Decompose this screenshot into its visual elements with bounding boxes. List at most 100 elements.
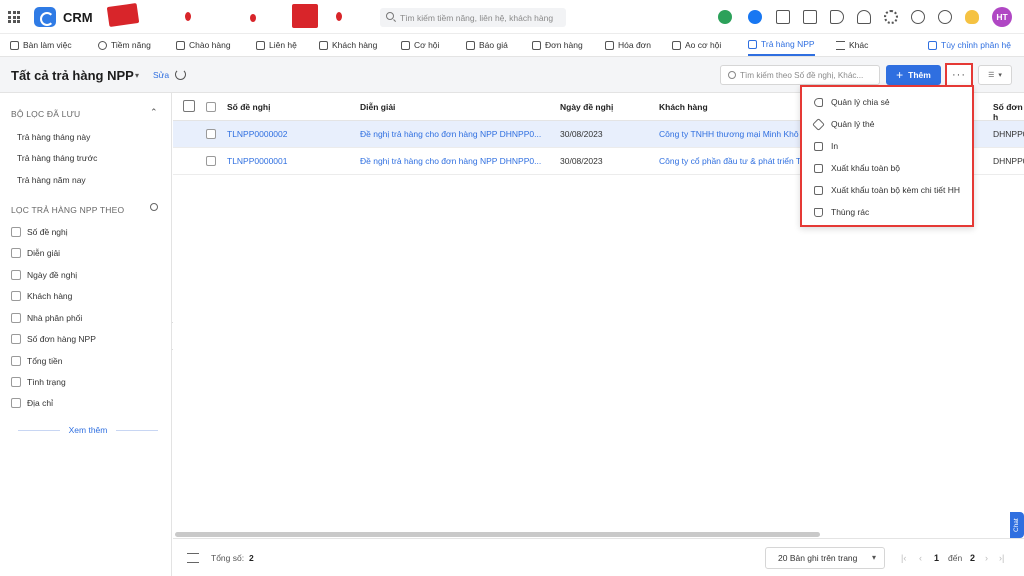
checkbox[interactable]: [11, 356, 21, 366]
menu-item-tag-management[interactable]: Quản lý thẻ: [812, 117, 874, 131]
gear-icon[interactable]: [884, 10, 898, 24]
app-launcher-icon[interactable]: [8, 11, 20, 23]
next-page-icon[interactable]: ›: [985, 553, 988, 563]
checkbox[interactable]: [11, 248, 21, 258]
customer-link[interactable]: Công ty cổ phần đầu tư & phát triển T: [659, 156, 801, 166]
customer-link[interactable]: Công ty TNHH thương mại Minh Khô: [659, 129, 799, 139]
tab-leads[interactable]: Tiềm năng: [98, 34, 151, 56]
user-avatar[interactable]: HT: [992, 7, 1012, 27]
view-options-button[interactable]: ☰ ▾: [978, 65, 1012, 85]
chat-button[interactable]: Chat: [1010, 512, 1024, 538]
tab-contacts[interactable]: Liên hệ: [256, 34, 297, 56]
chevron-up-icon[interactable]: ⌃: [150, 107, 158, 118]
filter-item[interactable]: Tổng tiền: [11, 356, 62, 366]
menu-item-share-management[interactable]: Quản lý chia sẻ: [814, 97, 890, 107]
filter-item[interactable]: Diễn giải: [11, 248, 60, 258]
printer-icon: [814, 141, 823, 151]
horizontal-scrollbar[interactable]: [175, 532, 820, 537]
record-description-link[interactable]: Đề nghị trả hàng cho đơn hàng NPP DHNPP0…: [360, 129, 541, 139]
filter-item[interactable]: Nhà phân phối: [11, 313, 82, 323]
prev-page-icon[interactable]: ‹: [919, 553, 922, 563]
tab-distributor-returns[interactable]: Trả hàng NPP: [748, 34, 815, 56]
user-circle-icon: [98, 40, 107, 50]
refresh-icon[interactable]: [175, 69, 186, 80]
table-settings-icon[interactable]: [187, 553, 199, 563]
menu-item-export-all[interactable]: Xuất khẩu toàn bộ: [814, 163, 900, 173]
tab-opportunities[interactable]: Cơ hội: [401, 34, 439, 56]
crm-logo-icon: [34, 7, 56, 27]
column-header[interactable]: Ngày đề nghị: [560, 102, 613, 112]
saved-filter-item[interactable]: Trả hàng năm nay: [17, 175, 86, 185]
checkbox[interactable]: [11, 313, 21, 323]
module-nav: Bàn làm việc Tiềm năng Chào hàng Liên hệ…: [0, 34, 1024, 57]
chevron-down-icon[interactable]: ▾: [135, 71, 139, 80]
list-search: [720, 65, 880, 85]
column-header[interactable]: Diễn giải: [360, 102, 395, 112]
tab-orders[interactable]: Đơn hàng: [532, 34, 583, 56]
page-size-select[interactable]: 20 Bản ghi trên trang ▾: [765, 547, 885, 569]
tab-quotes[interactable]: Báo giá: [466, 34, 508, 56]
filter-item[interactable]: Khách hàng: [11, 291, 72, 301]
filter-item[interactable]: Số đơn hàng NPP: [11, 334, 96, 344]
filter-item[interactable]: Địa chỉ: [11, 398, 53, 408]
plus-icon: +: [896, 68, 904, 82]
tag-icon: [812, 117, 825, 131]
add-button[interactable]: + Thêm: [886, 65, 941, 85]
page-range-label: đến: [948, 553, 963, 563]
last-page-icon[interactable]: ›|: [999, 553, 1004, 563]
more-actions-button[interactable]: ···: [945, 63, 973, 87]
tab-more[interactable]: Khác: [836, 34, 868, 56]
record-description-link[interactable]: Đề nghị trả hàng cho đơn hàng NPP DHNPP0…: [360, 156, 541, 166]
checkbox[interactable]: [11, 291, 21, 301]
book-icon[interactable]: [718, 10, 732, 24]
menu-icon: [836, 40, 845, 50]
global-search-input[interactable]: [400, 11, 560, 24]
filter-by-title: LỌC TRẢ HÀNG NPP THEO: [11, 205, 125, 215]
lightbulb-icon[interactable]: [965, 10, 979, 24]
column-settings-icon[interactable]: [183, 100, 195, 112]
calendar-icon[interactable]: [803, 10, 817, 24]
saved-filter-item[interactable]: Trả hàng tháng trước: [17, 153, 97, 163]
checkbox[interactable]: [11, 377, 21, 387]
column-header[interactable]: Khách hàng: [659, 102, 708, 112]
tab-opportunity-pool[interactable]: Ao cơ hội: [672, 34, 721, 56]
tab-offers[interactable]: Chào hàng: [176, 34, 231, 56]
row-checkbox[interactable]: [206, 156, 216, 166]
bell-icon[interactable]: [857, 10, 871, 24]
saved-filter-item[interactable]: Trả hàng tháng này: [17, 132, 90, 142]
search-icon[interactable]: [150, 203, 158, 211]
see-more-link[interactable]: Xem thêm: [18, 425, 158, 435]
customize-modules-link[interactable]: Tùy chỉnh phân hệ: [928, 34, 1011, 56]
checkbox[interactable]: [11, 270, 21, 280]
festive-lantern-icon: [185, 12, 191, 21]
column-header[interactable]: Số đề nghị: [227, 102, 270, 112]
tab-customers[interactable]: Khách hàng: [319, 34, 377, 56]
record-code-link[interactable]: TLNPP0000001: [227, 156, 288, 166]
record-code-link[interactable]: TLNPP0000002: [227, 129, 288, 139]
tab-workspace[interactable]: Bàn làm việc: [10, 34, 72, 56]
select-all-checkbox[interactable]: [206, 102, 216, 112]
filter-item[interactable]: Số đề nghị: [11, 227, 68, 237]
checkbox[interactable]: [11, 398, 21, 408]
first-page-icon[interactable]: |‹: [901, 553, 906, 563]
megaphone-icon[interactable]: [830, 10, 844, 24]
checkbox[interactable]: [11, 227, 21, 237]
menu-item-export-all-detailed[interactable]: Xuất khẩu toàn bộ kèm chi tiết HH: [814, 185, 960, 195]
filter-item[interactable]: Tình trạng: [11, 377, 66, 387]
help-icon[interactable]: [911, 10, 925, 24]
row-checkbox[interactable]: [206, 129, 216, 139]
tab-invoices[interactable]: Hóa đơn: [605, 34, 651, 56]
total-pages: 2: [970, 553, 976, 563]
column-header[interactable]: Số đơn h: [993, 102, 1024, 122]
basket-icon: [672, 40, 681, 50]
info-icon[interactable]: [938, 10, 952, 24]
edit-view-link[interactable]: Sửa: [153, 70, 169, 80]
checkbox[interactable]: [11, 334, 21, 344]
menu-item-print[interactable]: In: [814, 141, 838, 151]
list-search-input[interactable]: [740, 69, 876, 82]
wallet-icon: [401, 40, 410, 50]
filter-item[interactable]: Ngày đề nghị: [11, 270, 77, 280]
box-icon[interactable]: [776, 10, 790, 24]
menu-item-trash[interactable]: Thùng rác: [814, 207, 869, 217]
facebook-icon[interactable]: [748, 10, 762, 24]
